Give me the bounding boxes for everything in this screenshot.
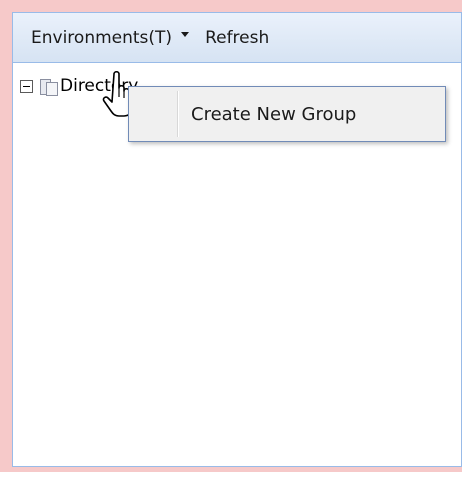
toolbar: Environments(T) Refresh [13,13,461,63]
environments-label: Environments(T) [31,27,173,48]
window-frame: Environments(T) Refresh Directory Create… [0,0,462,486]
collapse-icon[interactable] [20,79,33,93]
refresh-button[interactable]: Refresh [205,28,269,48]
folder-icon [39,76,59,96]
create-new-group-menu-item[interactable]: Create New Group [191,87,356,141]
environment-panel: Environments(T) Refresh Directory [12,12,462,467]
environments-menu-button[interactable]: Environments(T) [31,27,190,48]
dropdown-arrow-icon [181,32,190,37]
context-menu: Create New Group [128,86,446,142]
menu-icon-gutter [177,91,179,137]
